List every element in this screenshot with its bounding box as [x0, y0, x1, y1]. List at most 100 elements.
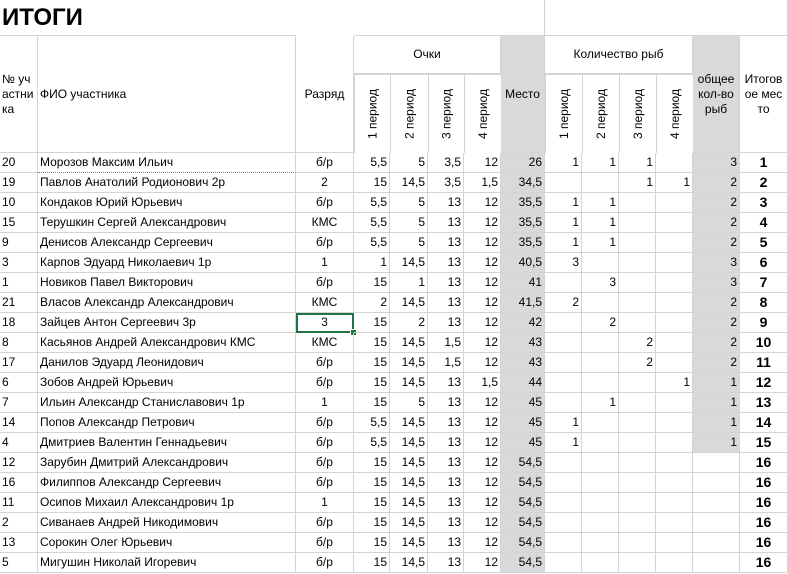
- cell-rank[interactable]: 3: [296, 313, 354, 333]
- cell-rank[interactable]: б/р: [296, 473, 354, 493]
- cell-fish-period[interactable]: [582, 413, 619, 433]
- header-points-period[interactable]: 4 период: [464, 74, 501, 153]
- cell-points-period[interactable]: 15: [354, 513, 390, 533]
- cell-points-period[interactable]: 5: [390, 233, 428, 253]
- cell-points-period[interactable]: 12: [464, 413, 501, 433]
- cell-points-period[interactable]: 1,5: [428, 353, 464, 373]
- cell-participant-name[interactable]: Морозов Максим Ильич: [38, 153, 296, 173]
- cell-place[interactable]: 41: [501, 273, 545, 293]
- cell-rank[interactable]: б/р: [296, 193, 354, 213]
- cell-participant-name[interactable]: Осипов Михаил Александрович 1р: [38, 493, 296, 513]
- header-points-period[interactable]: 3 период: [428, 74, 464, 153]
- header-fish-period[interactable]: 1 период: [545, 74, 582, 153]
- cell-points-period[interactable]: 1,5: [428, 333, 464, 353]
- cell-participant-name[interactable]: Карпов Эдуард Николаевич 1р: [38, 253, 296, 273]
- cell-place[interactable]: 43: [501, 333, 545, 353]
- cell-points-period[interactable]: 5,5: [354, 213, 390, 233]
- cell-total-fish[interactable]: [693, 553, 740, 573]
- cell-rank[interactable]: б/р: [296, 153, 354, 173]
- cell-fish-period[interactable]: [656, 493, 693, 513]
- cell-points-period[interactable]: 12: [464, 213, 501, 233]
- cell-final-place[interactable]: 1: [740, 153, 788, 173]
- cell-fish-period[interactable]: [656, 553, 693, 573]
- cell-points-period[interactable]: 3,5: [428, 153, 464, 173]
- cell-participant-number[interactable]: 15: [0, 213, 38, 233]
- cell-points-period[interactable]: 12: [464, 233, 501, 253]
- cell-place[interactable]: 54,5: [501, 513, 545, 533]
- cell-rank[interactable]: 1: [296, 253, 354, 273]
- cell-final-place[interactable]: 16: [740, 513, 788, 533]
- cell-points-period[interactable]: 15: [354, 313, 390, 333]
- cell-points-period[interactable]: 13: [428, 433, 464, 453]
- cell-place[interactable]: 35,5: [501, 193, 545, 213]
- cell-points-period[interactable]: 5: [390, 193, 428, 213]
- cell-points-period[interactable]: 12: [464, 273, 501, 293]
- cell-fish-period[interactable]: [545, 393, 582, 413]
- cell-total-fish[interactable]: 2: [693, 173, 740, 193]
- cell-total-fish[interactable]: 3: [693, 153, 740, 173]
- cell-rank[interactable]: КМС: [296, 213, 354, 233]
- cell-fish-period[interactable]: [656, 533, 693, 553]
- cell-points-period[interactable]: 15: [354, 533, 390, 553]
- cell-final-place[interactable]: 10: [740, 333, 788, 353]
- cell-points-period[interactable]: 13: [428, 533, 464, 553]
- cell-fish-period[interactable]: [545, 313, 582, 333]
- cell-fish-period[interactable]: [545, 533, 582, 553]
- cell-points-period[interactable]: 15: [354, 353, 390, 373]
- cell-total-fish[interactable]: 2: [693, 233, 740, 253]
- cell-points-period[interactable]: 14,5: [390, 333, 428, 353]
- header-rank[interactable]: Разряд: [296, 36, 354, 153]
- cell-fish-period[interactable]: [545, 473, 582, 493]
- cell-points-period[interactable]: 13: [428, 413, 464, 433]
- cell-fish-period[interactable]: [619, 213, 656, 233]
- cell-final-place[interactable]: 9: [740, 313, 788, 333]
- cell-points-period[interactable]: 13: [428, 193, 464, 213]
- cell-place[interactable]: 44: [501, 373, 545, 393]
- cell-fish-period[interactable]: [545, 493, 582, 513]
- cell-participant-number[interactable]: 20: [0, 153, 38, 173]
- cell-participant-name[interactable]: Сиванаев Андрей Никодимович: [38, 513, 296, 533]
- cell-fish-period[interactable]: 2: [582, 313, 619, 333]
- cell-fish-period[interactable]: 1: [656, 373, 693, 393]
- cell-points-period[interactable]: 5,5: [354, 153, 390, 173]
- cell-points-period[interactable]: 14,5: [390, 173, 428, 193]
- cell-fish-period[interactable]: [582, 453, 619, 473]
- cell-fish-period[interactable]: 1: [582, 393, 619, 413]
- cell-points-period[interactable]: 15: [354, 333, 390, 353]
- cell-fish-period[interactable]: [619, 233, 656, 253]
- cell-fish-period[interactable]: [619, 293, 656, 313]
- cell-participant-name[interactable]: Сорокин Олег Юрьевич: [38, 533, 296, 553]
- header-final-place[interactable]: Итоговое место: [740, 36, 788, 153]
- cell-fish-period[interactable]: [656, 333, 693, 353]
- cell-participant-name[interactable]: Кондаков Юрий Юрьевич: [38, 193, 296, 213]
- cell-place[interactable]: 45: [501, 433, 545, 453]
- cell-points-period[interactable]: 13: [428, 313, 464, 333]
- cell-participant-number[interactable]: 4: [0, 433, 38, 453]
- cell-points-period[interactable]: 5: [390, 213, 428, 233]
- cell-rank[interactable]: б/р: [296, 513, 354, 533]
- cell-fish-period[interactable]: [582, 553, 619, 573]
- cell-fish-period[interactable]: 3: [582, 273, 619, 293]
- cell-fish-period[interactable]: [582, 533, 619, 553]
- cell-rank[interactable]: б/р: [296, 453, 354, 473]
- cell-total-fish[interactable]: [693, 493, 740, 513]
- cell-participant-number[interactable]: 1: [0, 273, 38, 293]
- cell-fish-period[interactable]: 1: [656, 173, 693, 193]
- cell-final-place[interactable]: 14: [740, 413, 788, 433]
- cell-total-fish[interactable]: 2: [693, 333, 740, 353]
- cell-fish-period[interactable]: [656, 433, 693, 453]
- cell-place[interactable]: 40,5: [501, 253, 545, 273]
- cell-points-period[interactable]: 1: [354, 253, 390, 273]
- cell-total-fish[interactable]: [693, 513, 740, 533]
- cell-final-place[interactable]: 7: [740, 273, 788, 293]
- cell-points-period[interactable]: 15: [354, 553, 390, 573]
- cell-final-place[interactable]: 2: [740, 173, 788, 193]
- cell-points-period[interactable]: 12: [464, 433, 501, 453]
- cell-rank[interactable]: б/р: [296, 433, 354, 453]
- cell-participant-number[interactable]: 18: [0, 313, 38, 333]
- cell-participant-name[interactable]: Ильин Александр Станиславович 1р: [38, 393, 296, 413]
- cell-fish-period[interactable]: [582, 353, 619, 373]
- cell-participant-name[interactable]: Павлов Анатолий Родионович 2р: [38, 173, 296, 193]
- cell-participant-name[interactable]: Новиков Павел Викторович: [38, 273, 296, 293]
- cell-points-period[interactable]: 12: [464, 313, 501, 333]
